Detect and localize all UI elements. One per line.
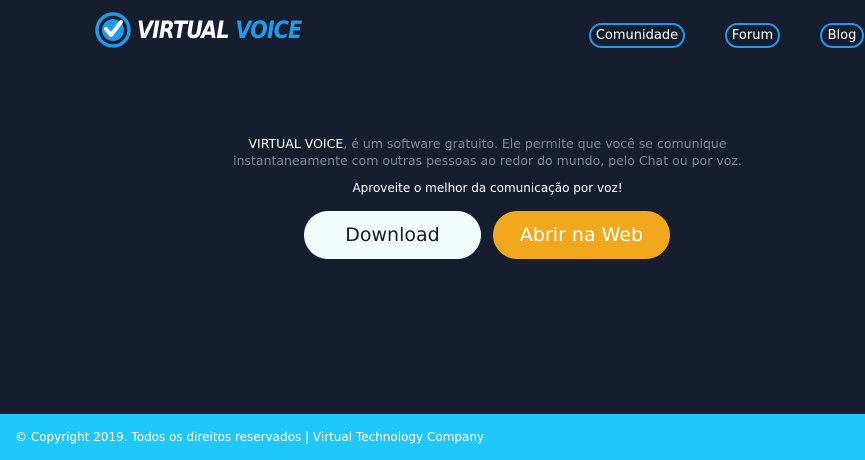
logo-word-virtual: VIRTUAL xyxy=(137,16,230,44)
intro-line-1: VIRTUAL VOICE, é um software gratuito. E… xyxy=(0,135,865,152)
intro-text: VIRTUAL VOICE, é um software gratuito. E… xyxy=(0,135,865,169)
intro-description-2: instantaneamente com outras pessoas ao r… xyxy=(233,153,742,168)
download-button[interactable]: Download xyxy=(304,211,481,259)
checkmark-circle-icon xyxy=(95,12,131,48)
nav-forum[interactable]: Forum xyxy=(725,23,780,48)
footer: © Copyright 2019. Todos os direitos rese… xyxy=(0,414,865,460)
intro-description-1: , é um software gratuito. Ele permite qu… xyxy=(343,136,727,151)
nav-comunidade[interactable]: Comunidade xyxy=(589,23,685,48)
nav-blog[interactable]: Blog xyxy=(820,23,864,48)
footer-copyright: © Copyright 2019. Todos os direitos rese… xyxy=(15,430,485,444)
logo-text: VIRTUAL VOICE xyxy=(137,16,303,44)
open-web-button[interactable]: Abrir na Web xyxy=(493,211,670,259)
logo-word-voice: VOICE xyxy=(235,16,303,44)
logo[interactable]: VIRTUAL VOICE xyxy=(95,12,328,48)
tagline: Aproveite o melhor da comunicação por vo… xyxy=(352,181,623,195)
intro-brand: VIRTUAL VOICE xyxy=(248,136,344,151)
